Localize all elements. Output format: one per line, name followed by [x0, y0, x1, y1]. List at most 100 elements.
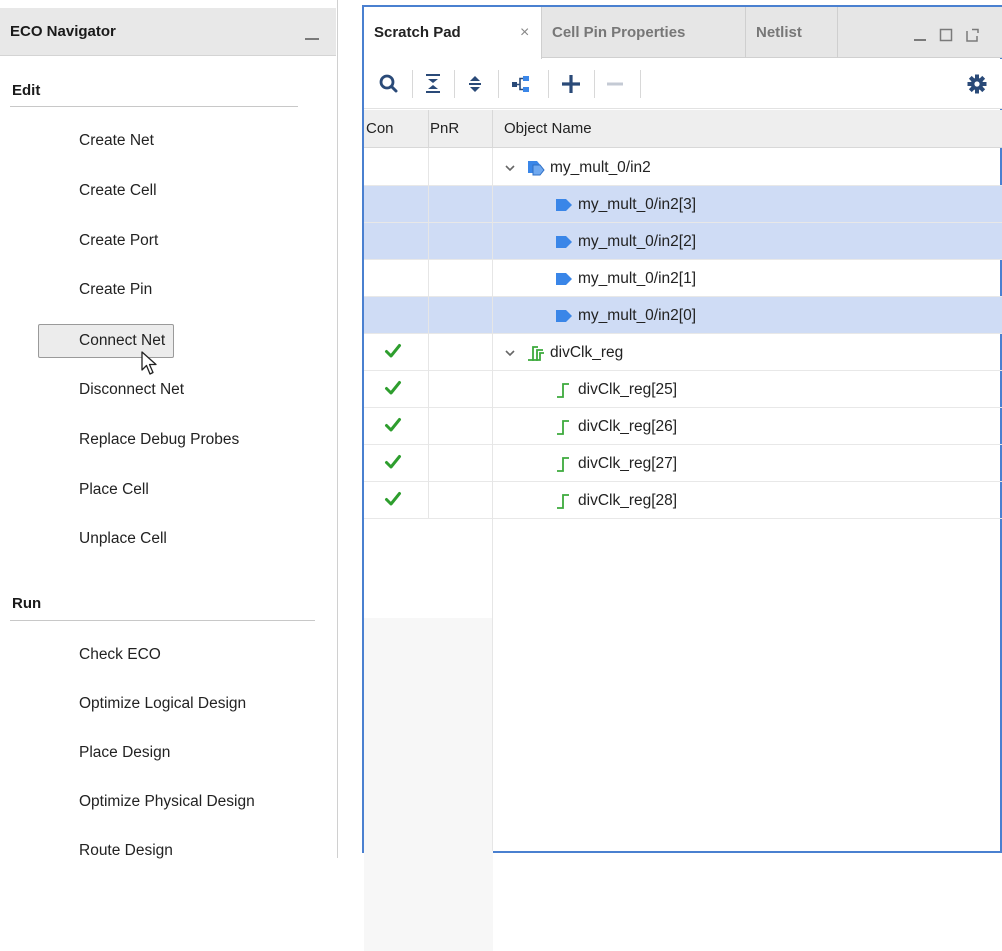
add-icon[interactable] — [558, 71, 584, 97]
tab-bar: Scratch Pad × Cell Pin Properties Netlis… — [364, 7, 1002, 59]
section-divider — [10, 106, 298, 107]
pin-icon — [554, 307, 574, 329]
nav-item-label: Place Cell — [79, 480, 149, 498]
table-row[interactable]: my_mult_0/in2[0] — [364, 297, 1002, 334]
register-icon — [554, 418, 574, 440]
collapse-all-icon[interactable] — [420, 71, 446, 97]
object-name: my_mult_0/in2 — [550, 159, 651, 176]
table-row[interactable]: divClk_reg[26] — [364, 408, 1002, 445]
pin-icon — [554, 196, 574, 218]
tab-netlist[interactable]: Netlist — [746, 7, 838, 58]
minimize-icon[interactable] — [912, 27, 928, 43]
search-icon[interactable] — [376, 71, 402, 97]
table-row[interactable]: divClk_reg — [364, 334, 1002, 371]
nav-item-create-net[interactable]: Create Net — [38, 125, 162, 159]
nav-item-label: Create Port — [79, 231, 159, 249]
nav-item-create-cell[interactable]: Create Cell — [38, 175, 165, 209]
column-header-object-name[interactable]: Object Name — [504, 110, 592, 148]
nav-item-label: Replace Debug Probes — [79, 430, 240, 448]
tab-label: Cell Pin Properties — [552, 24, 686, 41]
toolbar — [364, 59, 1002, 109]
chevron-down-icon[interactable] — [504, 346, 516, 363]
nav-item-replace-debug-probes[interactable]: Replace Debug Probes — [38, 424, 247, 458]
section-edit-heading: Edit — [12, 82, 41, 99]
nav-item-create-pin[interactable]: Create Pin — [38, 274, 160, 308]
nav-item-unplace-cell[interactable]: Unplace Cell — [38, 523, 175, 557]
tab-cell-pin-properties[interactable]: Cell Pin Properties — [542, 7, 746, 58]
nav-item-label: Disconnect Net — [79, 381, 185, 398]
nav-item-label: Optimize Logical Design — [79, 695, 247, 712]
toolbar-separator — [548, 70, 549, 98]
eco-navigator-panel: ECO Navigator Edit Create Net Create Cell… — [0, 0, 338, 859]
restore-icon[interactable] — [938, 27, 954, 43]
nav-item-place-cell[interactable]: Place Cell — [38, 474, 157, 508]
bus-pin-icon — [526, 159, 546, 181]
grid-header: Con PnR Object Name — [364, 110, 1002, 148]
minimize-icon[interactable] — [303, 24, 321, 42]
table-row[interactable]: my_mult_0/in2[2] — [364, 223, 1002, 260]
toolbar-separator — [412, 70, 413, 98]
check-icon — [384, 342, 402, 364]
object-name: divClk_reg[28] — [578, 492, 678, 509]
toolbar-separator — [640, 70, 641, 98]
mouse-cursor-icon — [141, 351, 157, 375]
object-name: divClk_reg[27] — [578, 455, 678, 472]
nav-item-create-port[interactable]: Create Port — [38, 225, 166, 259]
float-icon[interactable] — [964, 27, 980, 43]
check-icon — [384, 490, 402, 512]
object-grid: Con PnR Object Name my_mult_0/in2 my_mult… — [364, 110, 1002, 951]
remove-icon[interactable] — [602, 71, 628, 97]
pin-icon — [554, 270, 574, 292]
toolbar-separator — [454, 70, 455, 98]
column-divider — [428, 148, 429, 518]
register-icon — [554, 381, 574, 403]
check-icon — [384, 453, 402, 475]
table-row[interactable]: divClk_reg[25] — [364, 371, 1002, 408]
nav-item-place-design[interactable]: Place Design — [38, 737, 178, 771]
table-row[interactable]: my_mult_0/in2[3] — [364, 186, 1002, 223]
column-header-pnr[interactable]: PnR — [430, 110, 459, 148]
nav-item-label: Unplace Cell — [79, 530, 167, 548]
toolbar-separator — [594, 70, 595, 98]
close-icon[interactable]: × — [520, 25, 529, 41]
register-icon — [554, 492, 574, 514]
object-name: my_mult_0/in2[3] — [578, 196, 697, 213]
expand-all-icon[interactable] — [462, 71, 488, 97]
nav-item-disconnect-net[interactable]: Disconnect Net — [38, 374, 192, 408]
nav-item-label: Check ECO — [79, 646, 161, 663]
tab-label: Netlist — [756, 24, 802, 41]
column-divider — [492, 110, 493, 148]
nav-item-check-eco[interactable]: Check ECO — [38, 639, 169, 673]
tab-label: Scratch Pad — [374, 24, 461, 41]
object-name: my_mult_0/in2[0] — [578, 307, 697, 324]
scratch-pad-panel: Scratch Pad × Cell Pin Properties Netlis… — [362, 5, 1002, 951]
tab-scratch-pad[interactable]: Scratch Pad — [364, 7, 542, 59]
nav-item-route-design[interactable]: Route Design — [38, 835, 181, 869]
section-run-heading: Run — [12, 595, 42, 612]
register-bus-icon — [526, 344, 546, 366]
pin-icon — [554, 233, 574, 255]
nav-item-label: Create Cell — [79, 181, 157, 199]
nav-item-label: Create Pin — [79, 281, 153, 299]
object-name: my_mult_0/in2[1] — [578, 270, 697, 287]
register-icon — [554, 455, 574, 477]
table-row[interactable]: divClk_reg[28] — [364, 482, 1002, 519]
toolbar-separator — [498, 70, 499, 98]
column-header-con[interactable]: Con — [366, 110, 394, 148]
object-name: divClk_reg[26] — [578, 418, 678, 435]
gear-icon[interactable] — [964, 71, 990, 97]
chevron-down-icon[interactable] — [504, 161, 516, 178]
nav-item-optimize-physical-design[interactable]: Optimize Physical Design — [38, 786, 263, 820]
grid-empty-area — [364, 618, 493, 951]
nav-item-optimize-logical-design[interactable]: Optimize Logical Design — [38, 688, 254, 722]
table-row[interactable]: divClk_reg[27] — [364, 445, 1002, 482]
column-divider — [428, 110, 429, 148]
eco-navigator-header: ECO Navigator — [0, 8, 336, 56]
nav-item-label: Place Design — [79, 744, 171, 761]
table-row[interactable]: my_mult_0/in2 — [364, 149, 1002, 186]
table-row[interactable]: my_mult_0/in2[1] — [364, 260, 1002, 297]
hierarchy-icon[interactable] — [508, 71, 534, 97]
eco-navigator-title: ECO Navigator — [10, 23, 116, 40]
nav-item-label: Optimize Physical Design — [79, 793, 255, 810]
column-divider — [492, 148, 493, 851]
